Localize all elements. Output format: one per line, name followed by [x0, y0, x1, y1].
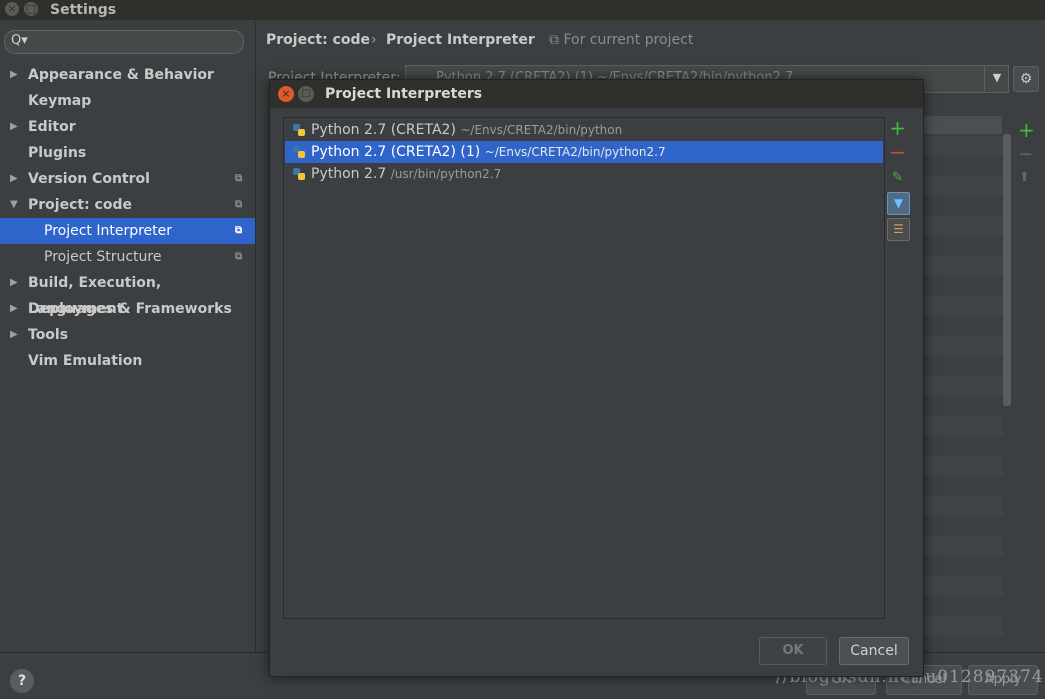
window-maximize-icon[interactable]: □: [24, 2, 38, 16]
sidebar-item-label: Version Control: [28, 171, 150, 187]
project-scope-icon: ⧉: [235, 173, 243, 184]
window-title-bar: × □ Settings: [0, 0, 1045, 20]
list-item[interactable]: Python 2.7 (CRETA2) (1) ~/Envs/CRETA2/bi…: [285, 141, 883, 163]
sidebar-item-label: Keymap: [28, 93, 92, 109]
search-icon: Q▾: [11, 33, 28, 48]
project-scope-icon: ⧉: [235, 251, 243, 262]
sidebar-item-version-control[interactable]: ▶ Version Control ⧉: [0, 166, 255, 192]
chevron-right-icon: ▶: [10, 173, 18, 184]
sidebar-item-label: Languages & Frameworks: [28, 301, 232, 317]
chevron-right-icon: ▶: [10, 329, 18, 340]
sidebar-item-label: Vim Emulation: [28, 353, 143, 369]
packages-table: [920, 116, 1010, 636]
maximize-icon[interactable]: □: [298, 86, 314, 102]
sidebar-item-build-execution-deployment[interactable]: ▶ Build, Execution, Deployment: [0, 270, 255, 317]
add-package-icon[interactable]: +: [1018, 118, 1035, 142]
interpreter-entry: Python 2.7 (CRETA2) ~/Envs/CRETA2/bin/py…: [311, 122, 623, 138]
chevron-down-icon[interactable]: ▼: [984, 65, 1009, 91]
sidebar-item-appearance-behavior[interactable]: ▶ Appearance & Behavior: [0, 62, 255, 88]
dialog-title: Project Interpreters: [325, 86, 483, 102]
sidebar-item-project-interpreter[interactable]: Project Interpreter ⧉: [0, 218, 255, 244]
interpreter-entry: Python 2.7 (CRETA2) (1) ~/Envs/CRETA2/bi…: [311, 144, 666, 160]
sidebar-item-project-structure[interactable]: Project Structure ⧉: [0, 244, 255, 270]
interpreter-toolbar: + − ✎ ▼ ☰: [884, 117, 910, 617]
close-icon[interactable]: ×: [278, 86, 294, 102]
sidebar-item-label: Project Interpreter: [44, 223, 173, 239]
search-input[interactable]: Q▾: [4, 30, 244, 54]
show-paths-icon[interactable]: ☰: [887, 218, 910, 241]
edit-icon[interactable]: ✎: [887, 167, 908, 188]
sidebar-item-vim-emulation[interactable]: Vim Emulation: [0, 348, 255, 374]
sidebar-item-keymap[interactable]: Keymap: [0, 88, 255, 114]
upgrade-package-icon[interactable]: ⬆: [1019, 170, 1030, 185]
sidebar-item-label: Editor: [28, 119, 76, 135]
sidebar-item-label: Project: code: [28, 197, 132, 213]
help-icon[interactable]: ?: [10, 669, 34, 693]
sidebar-item-editor[interactable]: ▶ Editor: [0, 114, 255, 140]
filter-icon[interactable]: ▼: [887, 192, 910, 215]
breadcrumb-project: Project: code: [266, 32, 370, 48]
project-interpreters-dialog: × □ Project Interpreters Python 2.7 (CRE…: [269, 79, 924, 677]
sidebar-item-label: Tools: [28, 327, 69, 343]
python-icon: [293, 124, 305, 136]
breadcrumb-separator-icon: ›: [371, 32, 377, 48]
chevron-right-icon: ▶: [10, 277, 18, 288]
remove-icon[interactable]: −: [887, 142, 908, 163]
sidebar-item-project-code[interactable]: ▼ Project: code ⧉: [0, 192, 255, 218]
sidebar-item-plugins[interactable]: Plugins: [0, 140, 255, 166]
packages-scrollbar[interactable]: [1003, 134, 1011, 406]
chevron-down-icon: ▼: [10, 199, 18, 210]
sidebar-item-label: Plugins: [28, 145, 87, 161]
window-close-icon[interactable]: ×: [5, 2, 19, 16]
chevron-right-icon: ▶: [10, 69, 18, 80]
remove-package-icon[interactable]: −: [1018, 144, 1033, 165]
sidebar-item-label: Appearance & Behavior: [28, 67, 214, 83]
python-icon: [293, 168, 305, 180]
sidebar-item-label: Project Structure: [44, 249, 162, 265]
python-icon: [293, 146, 305, 158]
chevron-right-icon: ▶: [10, 303, 18, 314]
add-icon[interactable]: +: [887, 118, 908, 139]
packages-table-header: [920, 116, 1002, 134]
window-title: Settings: [50, 2, 117, 18]
list-item[interactable]: Python 2.7 /usr/bin/python2.7: [285, 163, 883, 185]
dialog-title-bar: × □ Project Interpreters: [270, 80, 923, 108]
page-title: Project Interpreter: [386, 32, 535, 48]
interpreter-list: Python 2.7 (CRETA2) ~/Envs/CRETA2/bin/py…: [283, 117, 885, 619]
gear-icon[interactable]: ⚙: [1013, 66, 1039, 92]
scope-note: ⧉ For current project: [549, 32, 694, 48]
chevron-right-icon: ▶: [10, 121, 18, 132]
sidebar-item-tools[interactable]: ▶ Tools: [0, 322, 255, 348]
list-item[interactable]: Python 2.7 (CRETA2) ~/Envs/CRETA2/bin/py…: [285, 119, 883, 141]
dialog-ok-button[interactable]: OK: [759, 637, 827, 665]
sidebar-item-languages-frameworks[interactable]: ▶ Languages & Frameworks: [0, 296, 255, 322]
project-scope-icon: ⧉: [235, 199, 243, 210]
dialog-cancel-button[interactable]: Cancel: [839, 637, 909, 665]
settings-sidebar: Q▾ ▶ Appearance & Behavior Keymap ▶ Edit…: [0, 22, 256, 652]
project-scope-icon: ⧉: [235, 225, 243, 236]
interpreter-entry: Python 2.7 /usr/bin/python2.7: [311, 166, 502, 182]
